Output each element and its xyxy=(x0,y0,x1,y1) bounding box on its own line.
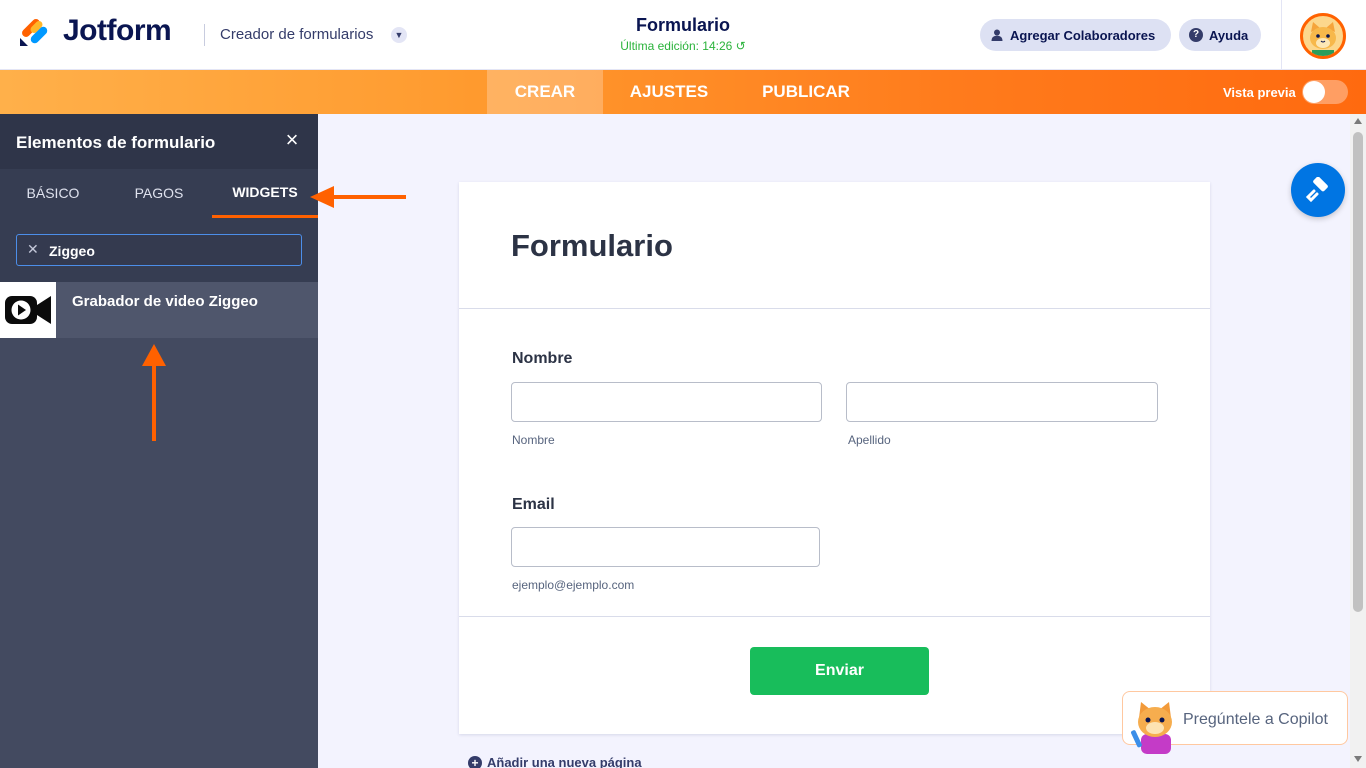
top-header: Jotform Creador de formularios ▼ Formula… xyxy=(0,0,1366,70)
help-icon: ? xyxy=(1189,28,1203,42)
panel-title: Elementos de formulario xyxy=(16,133,216,152)
email-sublabel: ejemplo@ejemplo.com xyxy=(512,578,635,592)
annotation-arrow-up-icon xyxy=(142,344,166,441)
search-area: ✕ xyxy=(0,218,318,282)
scroll-thumb[interactable] xyxy=(1353,132,1363,612)
toggle-knob xyxy=(1303,81,1325,103)
form-heading[interactable]: Formulario xyxy=(511,228,673,264)
copilot-label: Pregúntele a Copilot xyxy=(1183,711,1328,728)
first-name-input[interactable] xyxy=(511,382,822,422)
form-divider xyxy=(459,308,1210,309)
copilot-cat-icon xyxy=(1131,702,1172,754)
form-card: Formulario Nombre Nombre Apellido Email … xyxy=(459,182,1210,734)
form-builder-menu[interactable]: Creador de formularios xyxy=(220,26,373,43)
chevron-down-icon[interactable]: ▼ xyxy=(391,27,407,43)
add-page-button[interactable]: + Añadir una nueva página xyxy=(468,755,642,768)
header-divider xyxy=(204,24,205,46)
panel-header: Elementos de formulario × xyxy=(0,114,318,169)
plus-circle-icon: + xyxy=(468,755,482,768)
form-designer-button[interactable] xyxy=(1291,163,1345,217)
email-input[interactable] xyxy=(511,527,820,567)
last-edit-status[interactable]: Última edición: 14:26 ↺ xyxy=(583,39,783,53)
tab-build[interactable]: CREAR xyxy=(487,70,603,114)
scroll-down-icon[interactable] xyxy=(1354,756,1362,762)
panel-tabs: BÁSICO PAGOS WIDGETS xyxy=(0,169,318,218)
tab-basic[interactable]: BÁSICO xyxy=(0,169,106,218)
last-name-sublabel: Apellido xyxy=(848,433,891,447)
submit-button[interactable]: Enviar xyxy=(750,647,929,695)
add-collaborators-button[interactable]: Agregar Colaboradores xyxy=(980,19,1171,51)
tab-settings[interactable]: AJUSTES xyxy=(610,70,728,114)
header-divider-right xyxy=(1281,0,1282,70)
builder-navbar: CREAR AJUSTES PUBLICAR Vista previa xyxy=(0,70,1366,114)
page-scrollbar[interactable] xyxy=(1350,114,1366,768)
last-edit-text: Última edición: 14:26 xyxy=(620,39,733,53)
add-collaborators-label: Agregar Colaboradores xyxy=(1010,27,1156,43)
form-divider-bottom xyxy=(459,616,1210,617)
widget-result-ziggeo[interactable]: Grabador de video Ziggeo xyxy=(0,282,318,338)
avatar[interactable] xyxy=(1300,13,1346,59)
cat-avatar-icon xyxy=(1310,22,1336,56)
widget-result-name: Grabador de video Ziggeo xyxy=(72,293,258,310)
name-label: Nombre xyxy=(512,350,573,367)
widget-search-box[interactable]: ✕ xyxy=(16,234,302,266)
brand-name: Jotform xyxy=(63,14,172,47)
close-icon[interactable]: × xyxy=(282,129,302,151)
tab-publish[interactable]: PUBLICAR xyxy=(745,70,867,114)
user-icon xyxy=(990,28,1004,42)
form-title[interactable]: Formulario xyxy=(583,15,783,36)
preview-toggle[interactable] xyxy=(1302,80,1348,104)
video-camera-icon xyxy=(0,282,56,338)
jotform-logo-icon[interactable] xyxy=(18,16,50,48)
tab-payments[interactable]: PAGOS xyxy=(106,169,212,218)
copilot-button[interactable]: Pregúntele a Copilot xyxy=(1122,691,1348,754)
widget-search-input[interactable] xyxy=(49,241,289,261)
first-name-sublabel: Nombre xyxy=(512,433,555,447)
paint-roller-icon xyxy=(1305,177,1328,203)
tab-widgets[interactable]: WIDGETS xyxy=(212,169,318,218)
email-label: Email xyxy=(512,496,555,513)
last-name-input[interactable] xyxy=(846,382,1158,422)
scroll-up-icon[interactable] xyxy=(1354,118,1362,124)
preview-label: Vista previa xyxy=(1223,85,1296,100)
add-page-label: Añadir una nueva página xyxy=(487,755,642,768)
clear-search-icon[interactable]: ✕ xyxy=(27,241,39,258)
history-icon[interactable]: ↺ xyxy=(736,39,746,53)
help-label: Ayuda xyxy=(1209,27,1249,43)
annotation-arrow-left-icon xyxy=(310,186,406,208)
help-button[interactable]: ? Ayuda xyxy=(1179,19,1261,51)
